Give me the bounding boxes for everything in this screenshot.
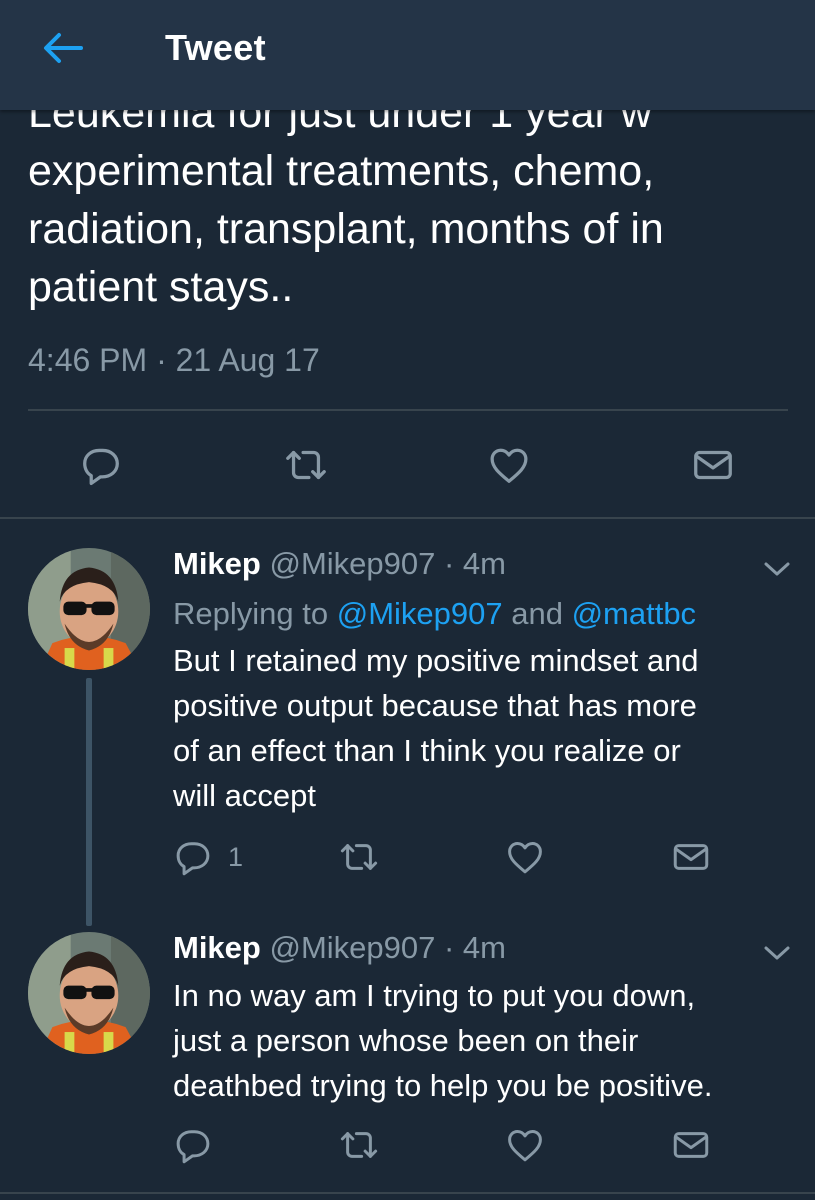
direct-message-button[interactable] bbox=[670, 836, 712, 878]
user-handle-time: @Mikep907 · 4m bbox=[269, 546, 506, 581]
reply-header: Mikep @Mikep907 · 4m bbox=[173, 546, 506, 582]
retweet-icon bbox=[338, 1124, 380, 1166]
direct-message-button[interactable] bbox=[690, 442, 736, 488]
tweet-text-line: patient stays.. bbox=[28, 263, 294, 311]
replying-and-label: and bbox=[502, 596, 572, 631]
reply-header: Mikep @Mikep907 · 4m bbox=[173, 930, 506, 966]
reply-text: In no way am I trying to put you down, j… bbox=[173, 973, 793, 1108]
top-app-bar: Tweet bbox=[0, 0, 815, 110]
profile-photo bbox=[28, 548, 150, 670]
divider bbox=[0, 1192, 815, 1194]
reply-icon bbox=[172, 1124, 214, 1166]
thread-connector bbox=[86, 678, 92, 926]
tweet-text-line: radiation, transplant, months of in bbox=[28, 205, 664, 253]
user-display-name[interactable]: Mikep bbox=[173, 930, 261, 965]
reply-count: 1 bbox=[228, 841, 244, 872]
like-icon bbox=[504, 1124, 546, 1166]
reply-button[interactable] bbox=[78, 442, 124, 488]
reply-icon bbox=[172, 836, 214, 878]
retweet-button[interactable] bbox=[338, 1124, 380, 1166]
like-button[interactable] bbox=[504, 836, 546, 878]
like-button[interactable] bbox=[504, 1124, 546, 1166]
profile-photo bbox=[28, 932, 150, 1054]
retweet-icon bbox=[283, 442, 329, 488]
avatar[interactable] bbox=[28, 932, 150, 1054]
page-title: Tweet bbox=[165, 27, 266, 68]
reply-text-line: But I retained my positive mindset and bbox=[173, 643, 699, 678]
reply-text-line: In no way am I trying to put you down, bbox=[173, 978, 696, 1013]
avatar[interactable] bbox=[28, 548, 150, 670]
chevron-down-icon[interactable] bbox=[760, 557, 794, 581]
user-display-name[interactable]: Mikep bbox=[173, 546, 261, 581]
like-icon bbox=[486, 442, 532, 488]
tweet-timestamp: 4:46 PM · 21 Aug 17 bbox=[28, 342, 320, 378]
retweet-button[interactable] bbox=[338, 836, 380, 878]
reply-text-line: positive output because that has more bbox=[173, 688, 697, 723]
reply-text: But I retained my positive mindset and p… bbox=[173, 638, 793, 818]
tweet-text-line: experimental treatments, chemo, bbox=[28, 147, 655, 195]
reply-button[interactable]: 1 bbox=[172, 836, 243, 878]
divider bbox=[0, 517, 815, 519]
reply-text-line: deathbed trying to help you be positive. bbox=[173, 1068, 713, 1103]
reply-button[interactable] bbox=[172, 1124, 214, 1166]
main-tweet-text: Leukemia for just under 1 year w experim… bbox=[28, 84, 798, 316]
like-button[interactable] bbox=[486, 442, 532, 488]
back-arrow-icon bbox=[44, 33, 83, 63]
replying-to-line: Replying to @Mikep907 and @mattbc bbox=[173, 596, 696, 632]
mail-icon bbox=[690, 442, 736, 488]
reply-text-line: just a person whose been on their bbox=[173, 1023, 639, 1058]
mail-icon bbox=[670, 836, 712, 878]
tweet-detail-screen: Tweet Leukemia for just under 1 year w e… bbox=[0, 0, 815, 1200]
user-handle-time: @Mikep907 · 4m bbox=[269, 930, 506, 965]
mail-icon bbox=[670, 1124, 712, 1166]
direct-message-button[interactable] bbox=[670, 1124, 712, 1166]
like-icon bbox=[504, 836, 546, 878]
retweet-button[interactable] bbox=[283, 442, 329, 488]
tweet-action-bar bbox=[0, 440, 815, 490]
retweet-icon bbox=[338, 836, 380, 878]
divider bbox=[28, 409, 788, 411]
reply-icon bbox=[78, 442, 124, 488]
reply-text-line: will accept bbox=[173, 778, 316, 813]
back-button[interactable] bbox=[38, 28, 88, 68]
mention-link[interactable]: @mattbc bbox=[572, 596, 697, 631]
mention-link[interactable]: @Mikep907 bbox=[337, 596, 503, 631]
replying-to-label: Replying to bbox=[173, 596, 337, 631]
reply-text-line: of an effect than I think you realize or bbox=[173, 733, 681, 768]
chevron-down-icon[interactable] bbox=[760, 941, 794, 965]
